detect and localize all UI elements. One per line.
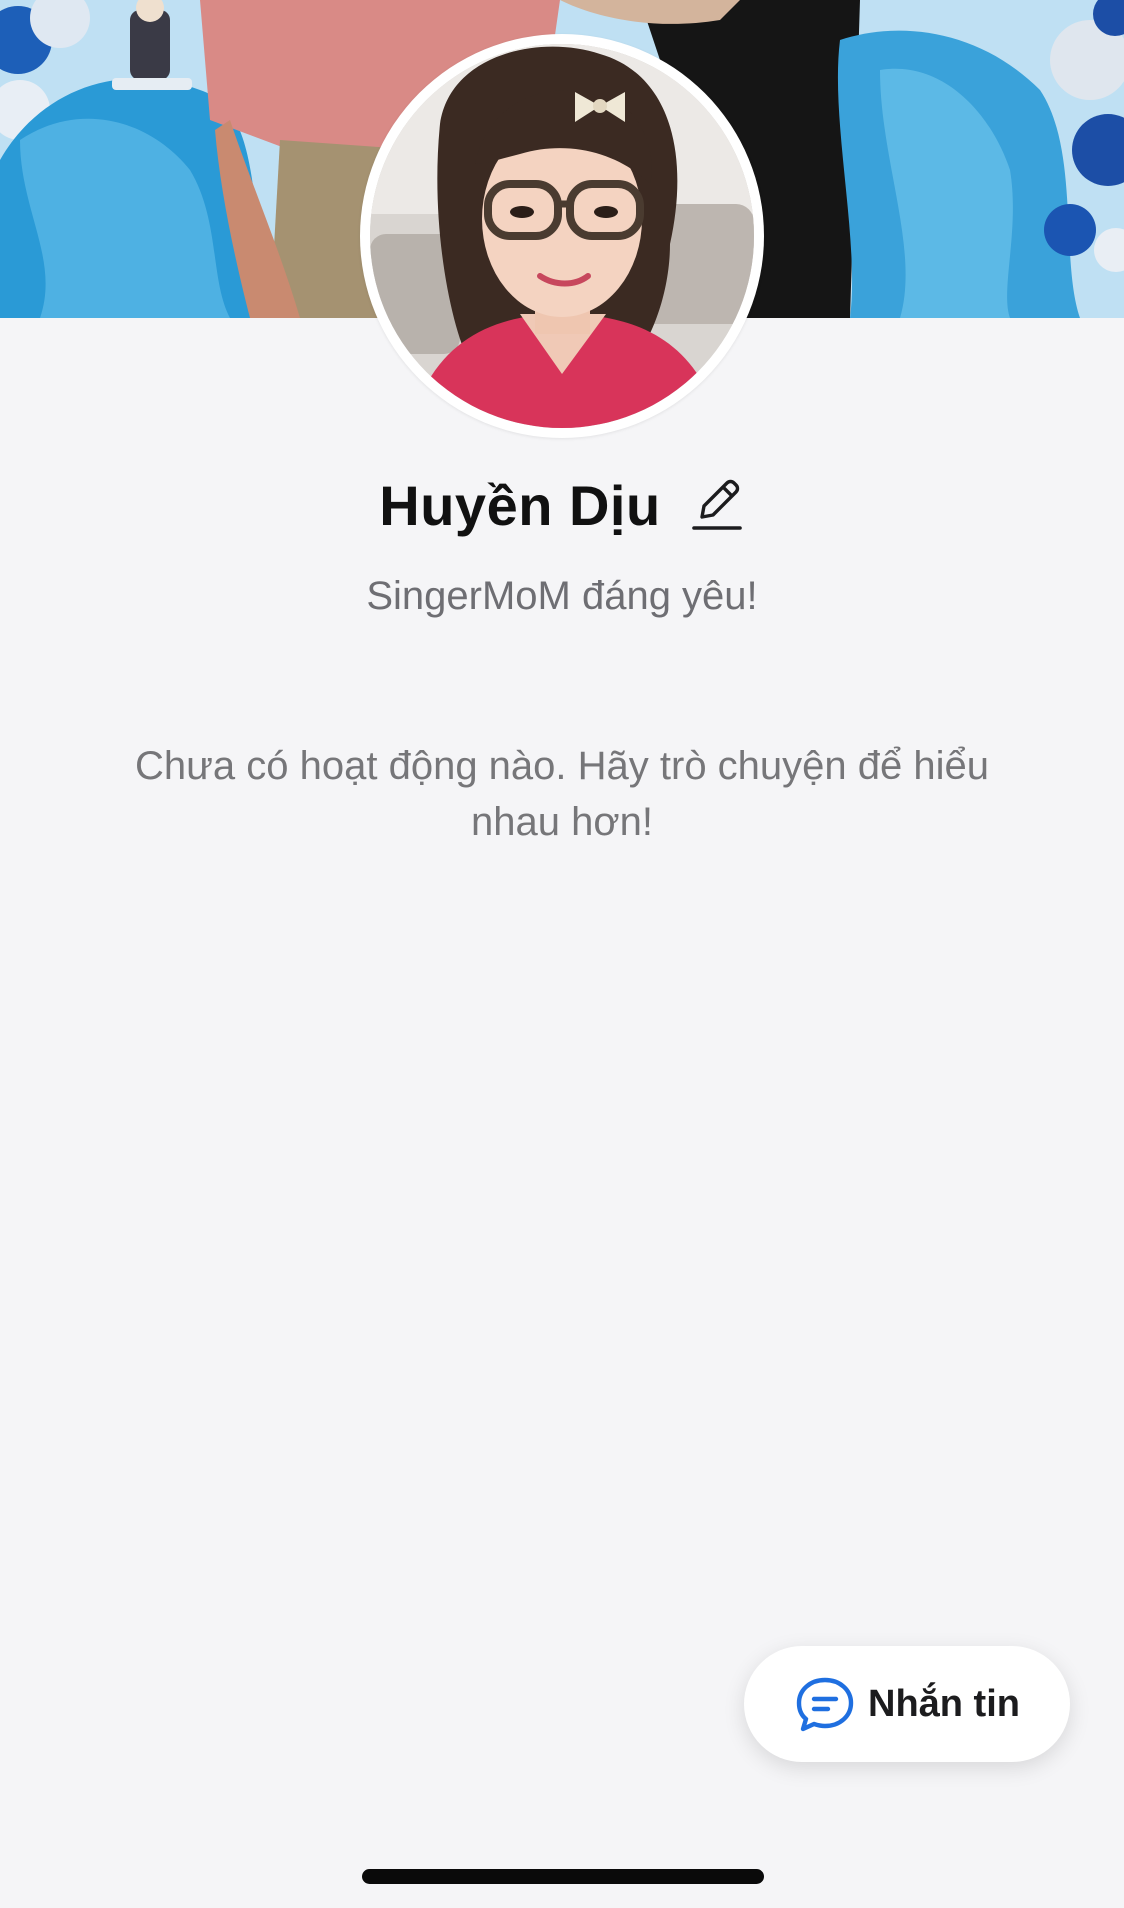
avatar-photo bbox=[370, 44, 754, 428]
profile-name-row: Huyền Dịu bbox=[0, 470, 1124, 540]
chat-bubble-icon bbox=[796, 1677, 854, 1732]
pencil-icon bbox=[691, 479, 742, 530]
profile-name: Huyền Dịu bbox=[379, 473, 661, 537]
message-button-label: Nhắn tin bbox=[868, 1682, 1020, 1725]
empty-activity-message: Chưa có hoạt động nào. Hãy trò chuyện để… bbox=[134, 744, 990, 844]
edit-name-button[interactable] bbox=[687, 474, 745, 536]
profile-avatar[interactable] bbox=[360, 34, 764, 438]
profile-status: SingerMoM đáng yêu! bbox=[366, 574, 758, 618]
message-button[interactable]: Nhắn tin bbox=[744, 1646, 1070, 1762]
avatar-image bbox=[370, 44, 754, 428]
home-indicator[interactable] bbox=[362, 1869, 764, 1884]
